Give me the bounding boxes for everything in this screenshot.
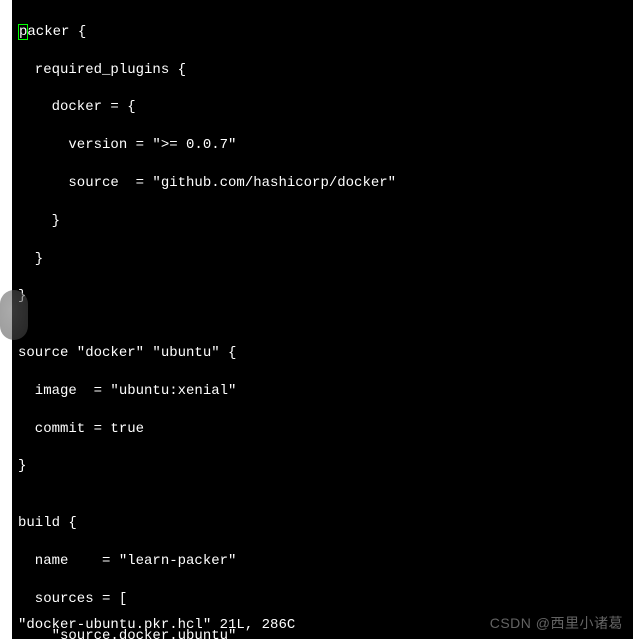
code-line: packer { (18, 23, 627, 42)
scrollbar-thumb[interactable] (0, 290, 28, 340)
code-line: required_plugins { (18, 61, 627, 80)
code-line: build { (18, 514, 627, 533)
code-line: sources = [ (18, 590, 627, 609)
code-line: docker = { (18, 98, 627, 117)
code-line: } (18, 287, 627, 306)
code-line: source "docker" "ubuntu" { (18, 344, 627, 363)
code-text: acker { (27, 24, 86, 40)
code-line: commit = true (18, 420, 627, 439)
vim-status-line: "docker-ubuntu.pkr.hcl" 21L, 286C (18, 616, 295, 635)
code-line: version = ">= 0.0.7" (18, 136, 627, 155)
code-line: source = "github.com/hashicorp/docker" (18, 174, 627, 193)
code-line: } (18, 212, 627, 231)
watermark-text: CSDN @西里小诸葛 (490, 613, 623, 633)
vim-terminal[interactable]: packer { required_plugins { docker = { v… (12, 0, 633, 639)
code-line: name = "learn-packer" (18, 552, 627, 571)
code-line: } (18, 457, 627, 476)
code-line: image = "ubuntu:xenial" (18, 382, 627, 401)
code-line: } (18, 250, 627, 269)
